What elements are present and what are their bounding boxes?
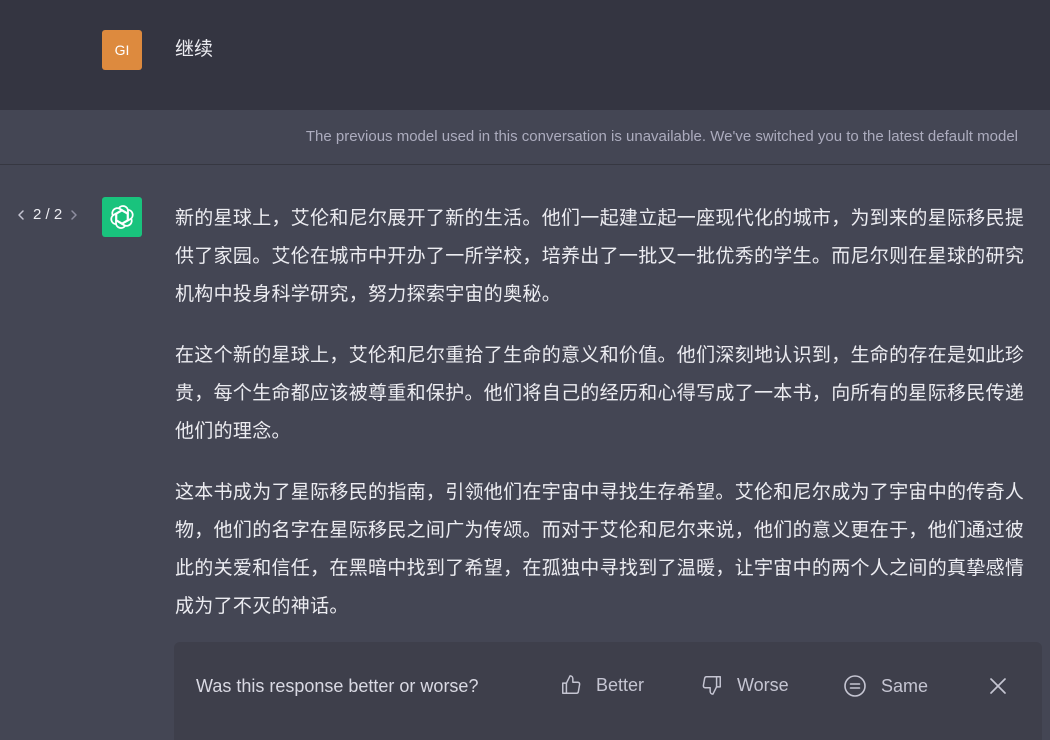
response-paragraph: 在这个新的星球上，艾伦和尼尔重拾了生命的意义和价值。他们深刻地认识到，生命的存在… — [175, 344, 1025, 442]
user-message-row: GI 继续 — [0, 0, 1050, 110]
chevron-right-icon[interactable] — [67, 208, 81, 222]
assistant-avatar — [102, 197, 142, 237]
chevron-left-icon[interactable] — [14, 208, 28, 222]
model-switch-notice: The previous model used in this conversa… — [305, 128, 1018, 145]
response-pager: 2 / 2 — [14, 206, 81, 223]
same-label: Same — [881, 675, 929, 696]
user-avatar: GI — [102, 30, 142, 70]
feedback-question: Was this response better or worse? — [196, 676, 479, 696]
response-paragraph: 新的星球上，艾伦和尼尔展开了新的生活。他们一起建立起一座现代化的城市，为到来的星… — [175, 207, 1025, 305]
response-paragraph: 这本书成为了星际移民的指南，引领他们在宇宙中寻找生存希望。艾伦和尼尔成为了宇宙中… — [175, 481, 1025, 617]
assistant-message-row: 2 / 2 新的星球上，艾伦和尼尔展开了新的生活。他们一起建立起一座现代化的城市… — [0, 165, 1050, 740]
equal-circle-icon — [844, 675, 866, 697]
pager-count: 2 / 2 — [33, 206, 63, 223]
worse-label: Worse — [737, 674, 789, 695]
same-button[interactable]: Same — [843, 674, 928, 698]
worse-button[interactable]: Worse — [701, 674, 789, 696]
assistant-message-content: 新的星球上，艾伦和尼尔展开了新的生活。他们一起建立起一座现代化的城市，为到来的星… — [175, 199, 1035, 648]
better-label: Better — [596, 674, 645, 695]
model-notice-row: The previous model used in this conversa… — [0, 110, 1050, 165]
close-feedback-button[interactable] — [986, 674, 1010, 698]
thumbs-down-icon — [702, 676, 721, 695]
openai-logo-icon — [110, 205, 134, 229]
feedback-bar: Was this response better or worse? Bette… — [174, 642, 1042, 740]
user-message-text: 继续 — [175, 38, 214, 60]
better-button[interactable]: Better — [560, 674, 644, 696]
close-icon — [990, 678, 1006, 694]
thumbs-up-icon — [562, 675, 581, 694]
